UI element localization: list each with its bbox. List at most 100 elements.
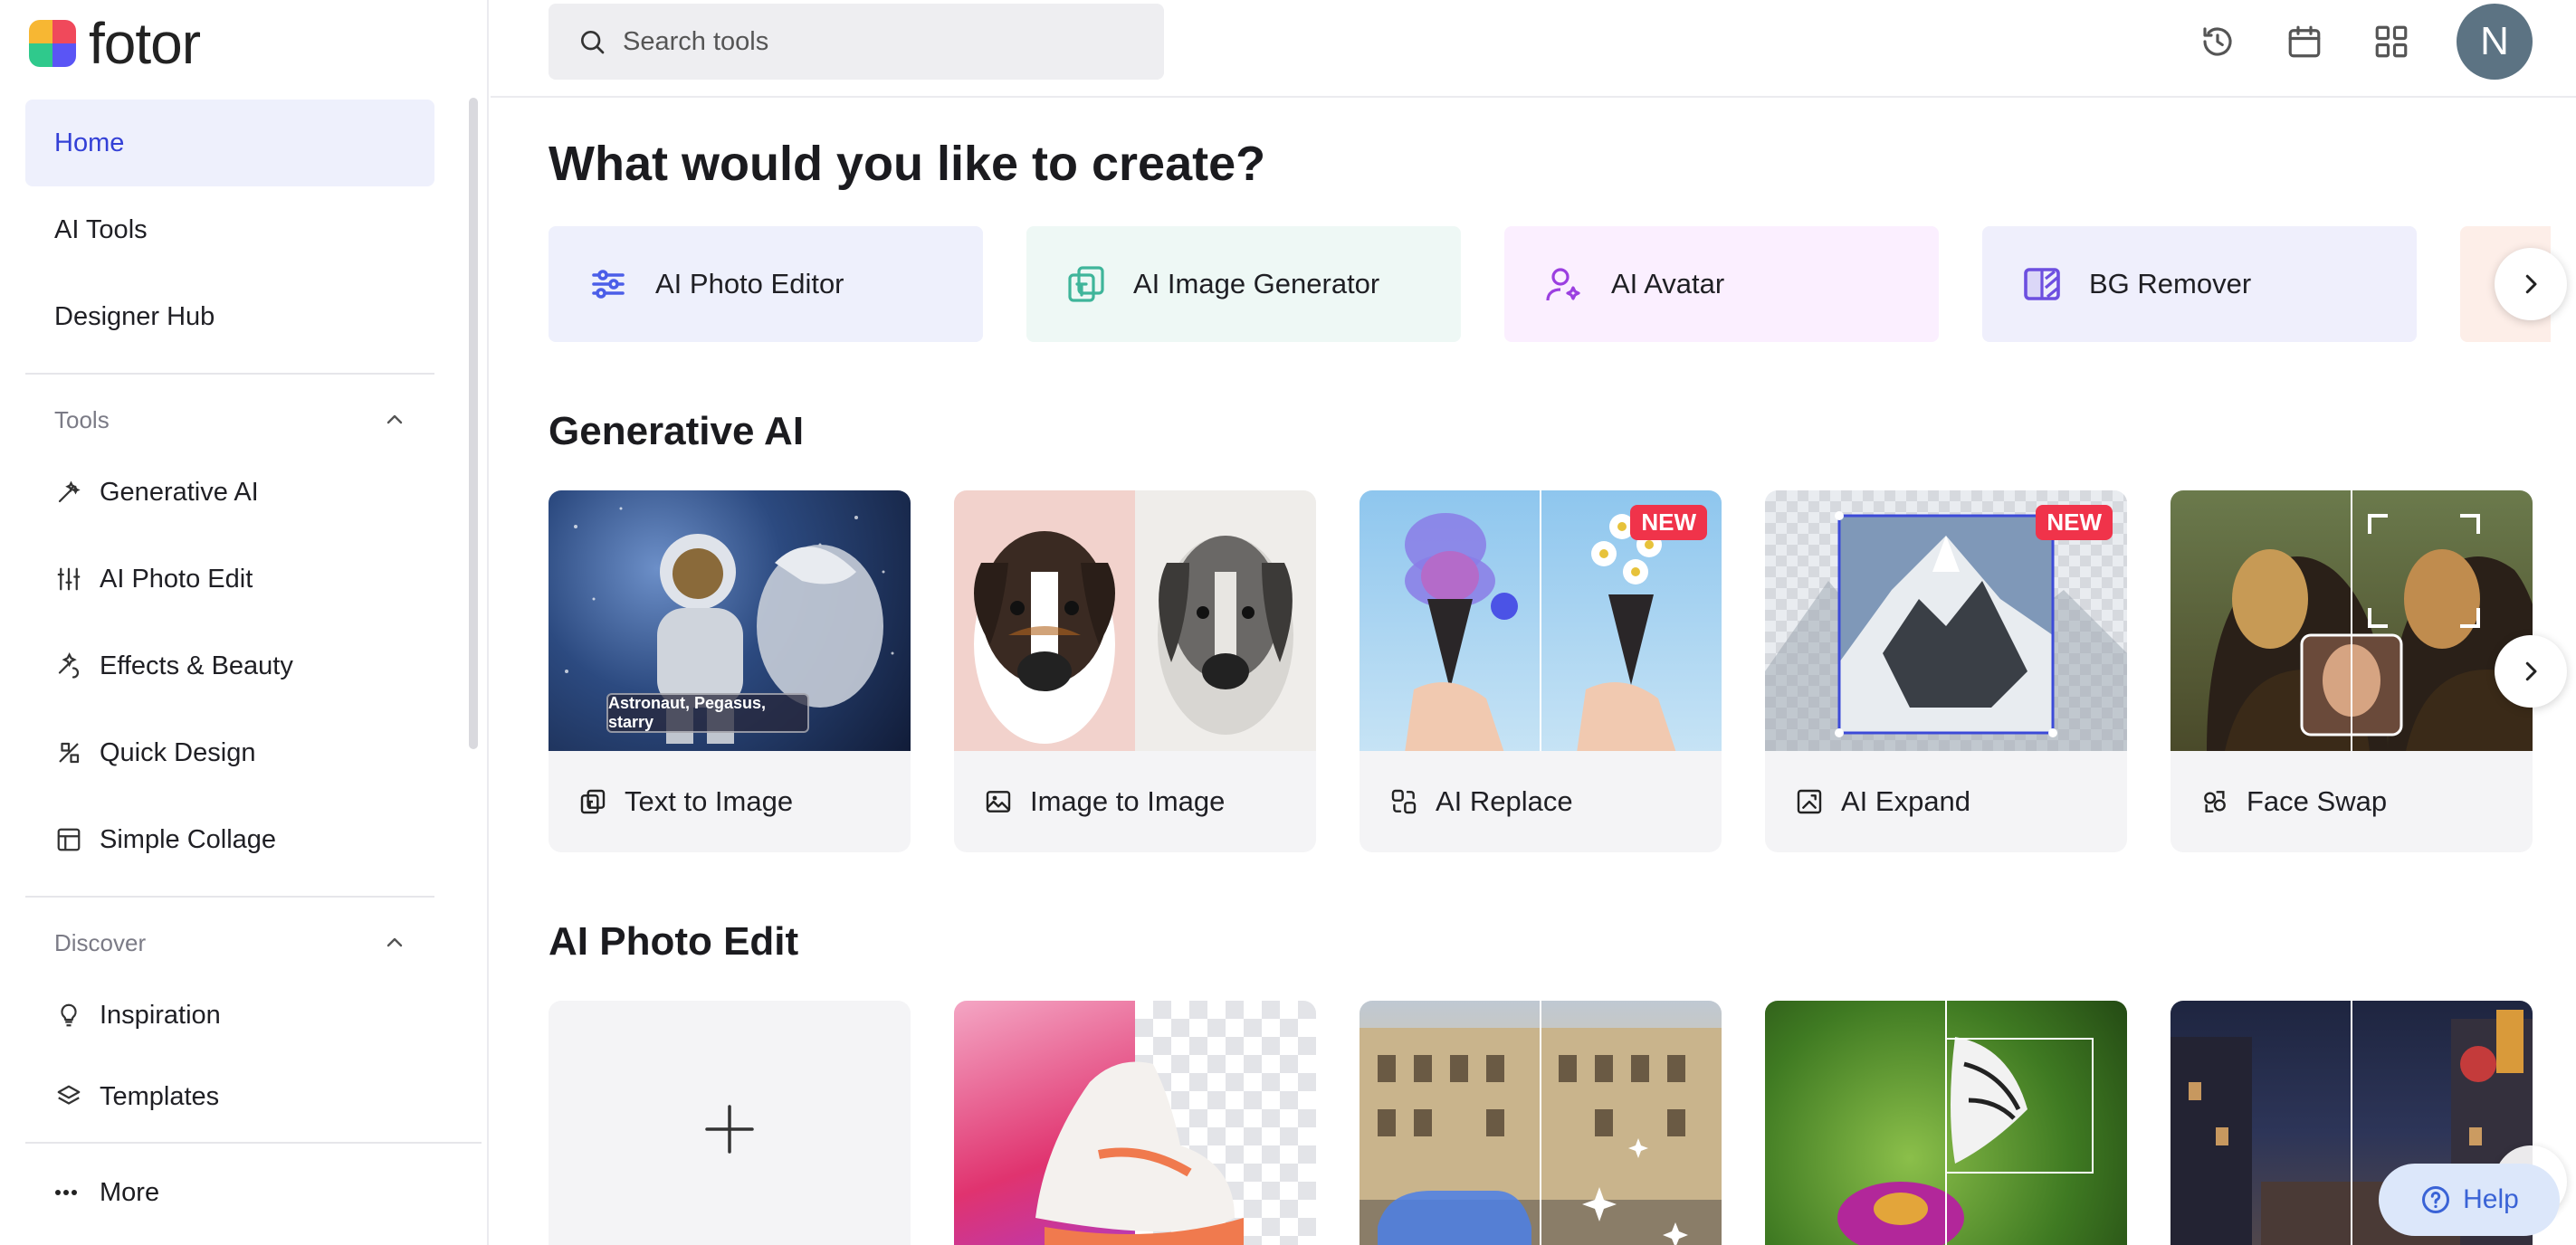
sidebar-item-label: Templates	[100, 1082, 220, 1111]
user-avatar[interactable]: N	[2457, 4, 2533, 80]
generative-ai-next-button[interactable]	[2495, 635, 2567, 708]
logo-text: fotor	[89, 11, 201, 76]
card-ai-replace[interactable]: NEW AI Replace	[1360, 490, 1722, 852]
sidebar-scrollbar[interactable]	[469, 98, 478, 749]
sidebar-item-generative-ai[interactable]: Generative AI	[25, 456, 434, 528]
new-badge: NEW	[2036, 505, 2113, 540]
sidebar-item-quick-design[interactable]: Quick Design	[25, 717, 434, 789]
help-label: Help	[2463, 1184, 2519, 1214]
quick-action-label: AI Photo Editor	[655, 268, 844, 299]
nav-home[interactable]: Home	[25, 100, 434, 186]
card-thumbnail	[954, 490, 1316, 751]
lightbulb-icon	[54, 1001, 83, 1030]
text-image-icon	[577, 786, 608, 817]
card-image-to-image[interactable]: Image to Image	[954, 490, 1316, 852]
chevron-up-icon	[386, 937, 403, 947]
plus-icon	[705, 1105, 754, 1154]
apps-grid-icon[interactable]	[2370, 20, 2413, 63]
divider	[25, 896, 434, 898]
sliders-icon	[54, 565, 83, 594]
sidebar-item-ai-photo-edit[interactable]: AI Photo Edit	[25, 543, 434, 615]
card-label-row: Face Swap	[2171, 751, 2533, 852]
quick-ai-avatar[interactable]: AI Avatar	[1504, 226, 1939, 342]
card-thumbnail: Astronaut, Pegasus, starry	[549, 490, 911, 751]
sliders-icon	[585, 261, 632, 308]
tools-section-toggle[interactable]: Tools	[25, 394, 434, 445]
prompt-caption: Astronaut, Pegasus, starry	[606, 693, 809, 733]
search-input[interactable]	[623, 26, 1130, 57]
more-label: More	[100, 1177, 160, 1207]
search-box[interactable]	[549, 4, 1164, 80]
card-object-remove[interactable]	[1360, 1001, 1722, 1245]
card-title: Text to Image	[625, 785, 794, 817]
card-thumbnail	[2171, 490, 2533, 751]
card-butterfly-enhance[interactable]	[1765, 1001, 2127, 1245]
quick-action-label: AI Image Generator	[1133, 268, 1380, 299]
sneaker-illustration	[1035, 1061, 1244, 1245]
card-thumbnail: NEW	[1360, 490, 1722, 751]
card-thumbnail: NEW	[1765, 490, 2127, 751]
sidebar-item-label: Generative AI	[100, 477, 259, 507]
split-divider	[1540, 1001, 1541, 1245]
divider	[25, 1142, 482, 1144]
chevron-right-icon	[2525, 274, 2537, 294]
avatar-icon	[1541, 261, 1588, 308]
help-button[interactable]: Help	[2379, 1164, 2560, 1236]
image-icon	[983, 786, 1014, 817]
card-sneaker-bg-remove[interactable]	[954, 1001, 1316, 1245]
split-divider	[2351, 490, 2352, 751]
face-swap-icon	[2199, 786, 2230, 817]
card-face-swap[interactable]: Face Swap	[2171, 490, 2533, 852]
quick-action-label: AI Avatar	[1611, 268, 1725, 299]
collage-icon	[54, 825, 83, 854]
replace-icon	[1388, 786, 1419, 817]
quick-ai-photo-editor[interactable]: AI Photo Editor	[549, 226, 983, 342]
sidebar-item-templates[interactable]: Templates	[25, 1066, 434, 1111]
split-divider	[1540, 490, 1541, 751]
sidebar: fotor Home AI Tools Designer Hub Tools G…	[0, 0, 489, 1245]
card-title: Image to Image	[1030, 785, 1226, 817]
sidebar-item-label: Simple Collage	[100, 824, 277, 854]
quick-bg-remover[interactable]: BG Remover	[1982, 226, 2417, 342]
sidebar-item-label: Inspiration	[100, 1000, 221, 1030]
sidebar-item-effects-beauty[interactable]: Effects & Beauty	[25, 630, 434, 702]
search-icon	[581, 31, 605, 54]
card-label-row: AI Replace	[1360, 751, 1722, 852]
card-ai-expand[interactable]: NEW AI Expand	[1765, 490, 2127, 852]
more-dots-icon	[54, 1178, 83, 1207]
expand-icon	[1794, 786, 1825, 817]
help-icon	[2422, 1186, 2450, 1213]
layers-icon	[54, 1082, 83, 1111]
sidebar-item-inspiration[interactable]: Inspiration	[25, 979, 434, 1051]
more-button[interactable]: More	[25, 1156, 434, 1229]
fotor-logo[interactable]: fotor	[29, 14, 201, 72]
card-title: Face Swap	[2247, 785, 2388, 817]
sidebar-item-simple-collage[interactable]: Simple Collage	[25, 803, 434, 876]
sparkle-icon	[54, 651, 83, 680]
card-add-new[interactable]	[549, 1001, 911, 1245]
quick-action-label: BG Remover	[2089, 268, 2252, 299]
design-icon	[54, 738, 83, 767]
dog-photo	[954, 490, 1135, 751]
card-label-row: AI Expand	[1765, 751, 2127, 852]
card-title: AI Replace	[1436, 785, 1573, 817]
quick-ai-image-generator[interactable]: AI Image Generator	[1026, 226, 1461, 342]
calendar-icon[interactable]	[2283, 20, 2326, 63]
divider	[25, 373, 434, 375]
quick-actions-next-button[interactable]	[2495, 248, 2567, 320]
split-divider	[1945, 1001, 1947, 1245]
discover-section-toggle[interactable]: Discover	[25, 917, 434, 968]
section-title-ai-photo-edit: AI Photo Edit	[549, 919, 799, 964]
section-title-generative-ai: Generative AI	[549, 409, 805, 453]
tools-section-title: Tools	[54, 405, 110, 433]
card-label-row: Image to Image	[954, 751, 1316, 852]
nav-ai-tools[interactable]: AI Tools	[25, 186, 434, 273]
nav-designer-hub[interactable]: Designer Hub	[25, 273, 434, 360]
card-label-row: Text to Image	[549, 751, 911, 852]
wand-icon	[54, 478, 83, 507]
split-divider	[2351, 1001, 2352, 1245]
card-text-to-image[interactable]: Astronaut, Pegasus, starry Text to Image	[549, 490, 911, 852]
card-title: AI Expand	[1841, 785, 1971, 817]
history-icon[interactable]	[2196, 20, 2239, 63]
sidebar-item-label: Effects & Beauty	[100, 651, 293, 680]
